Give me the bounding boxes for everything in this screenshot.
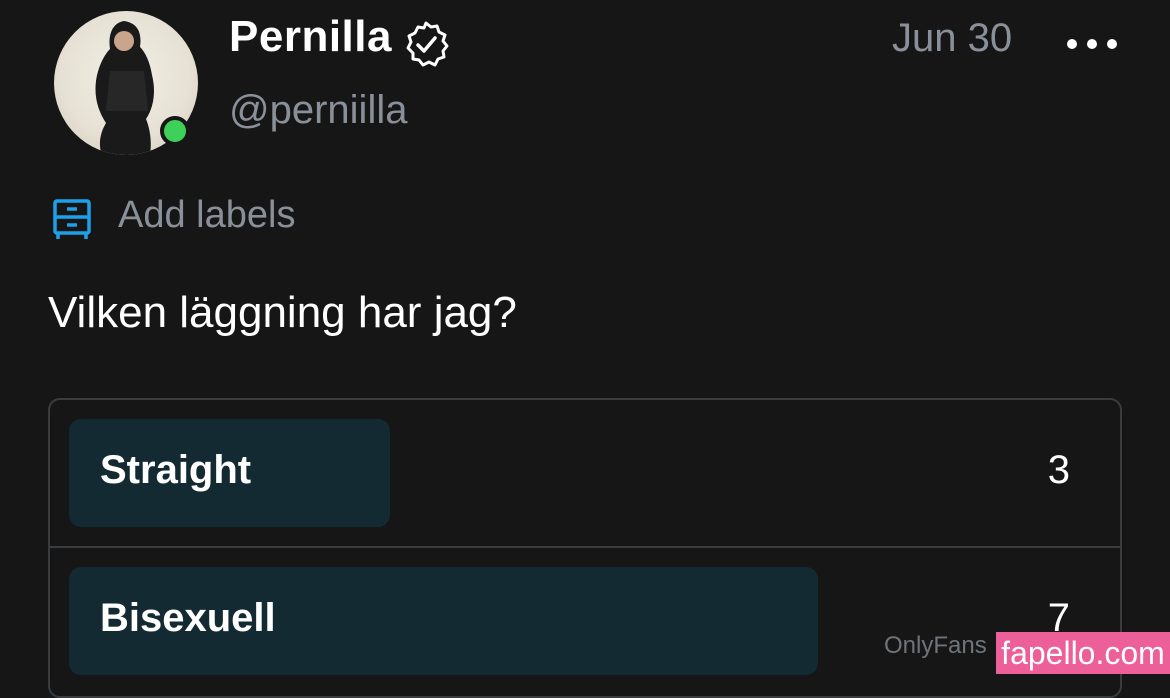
fapello-watermark: fapello.com: [996, 632, 1170, 674]
more-dots-icon[interactable]: [1064, 32, 1120, 56]
poll-option-label: Straight: [100, 448, 252, 492]
drawer-icon[interactable]: [52, 198, 92, 240]
author-handle[interactable]: @perniilla: [229, 88, 407, 133]
post-date: Jun 30: [892, 16, 1013, 60]
poll-option-straight[interactable]: Straight 3: [50, 400, 1120, 546]
online-status-dot: [160, 116, 190, 146]
onlyfans-watermark: OnlyFans: [884, 632, 987, 659]
add-labels-link[interactable]: Add labels: [118, 194, 295, 237]
poll-option-label: Bisexuell: [100, 596, 276, 640]
poll-option-count: 3: [1047, 448, 1070, 492]
author-name[interactable]: Pernilla: [229, 12, 392, 62]
poll-option-bisexuell[interactable]: Bisexuell 7: [50, 548, 1120, 694]
verified-badge-icon: [406, 21, 449, 67]
post-text: Vilken läggning har jag?: [48, 288, 517, 337]
